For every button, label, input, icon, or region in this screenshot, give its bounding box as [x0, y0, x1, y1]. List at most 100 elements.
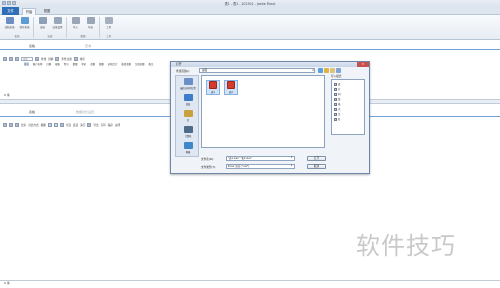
edit-icon[interactable]	[9, 122, 13, 127]
edit-icon[interactable]	[9, 56, 13, 61]
option-item[interactable]: ✓ 格	[334, 102, 340, 106]
option-item[interactable]: ✓ 名	[334, 117, 340, 121]
delete-icon[interactable]	[15, 122, 19, 127]
tool-button[interactable]: 工具	[101, 17, 116, 32]
option-item[interactable]: ✓ 式	[334, 107, 340, 111]
column-header[interactable]: 日期	[46, 62, 51, 66]
tab-home[interactable]: 开始	[22, 8, 36, 15]
import-button[interactable]: 导入	[68, 17, 83, 32]
filetype-select[interactable]: Excel 文档 (*.xls*)	[226, 164, 295, 169]
place-desktop[interactable]: 桌面	[176, 94, 200, 106]
filter-icon[interactable]	[3, 56, 7, 61]
option-item[interactable]: ✓ 值	[334, 97, 340, 101]
select-all-icon[interactable]	[59, 122, 64, 127]
sort-icon	[73, 56, 78, 61]
column-header[interactable]: 客户名称	[33, 62, 43, 66]
bottom-panel-tab-compare[interactable]: 数据对比设置	[50, 110, 120, 115]
place-recent[interactable]: 最近访问的位置	[176, 78, 200, 90]
column-header[interactable]: 税额	[99, 62, 104, 66]
find-button[interactable]: 查找	[41, 57, 46, 61]
recent-places-icon	[183, 78, 193, 85]
cancel-button[interactable]: 取消	[307, 164, 326, 169]
tab-view[interactable]: 视图	[40, 8, 54, 15]
checkbox-icon[interactable]: ✓	[334, 102, 337, 106]
checkbox-icon[interactable]: ✓	[334, 97, 337, 101]
new-folder-icon[interactable]	[330, 68, 335, 73]
column-header[interactable]: 型号	[64, 62, 69, 66]
view-menu-icon[interactable]	[336, 68, 341, 73]
desktop-icon	[183, 94, 193, 101]
filename-input[interactable]: "表1.xlsx" "表2.xlsx"	[226, 156, 295, 161]
checkbox-icon[interactable]: ✓	[334, 87, 337, 91]
show-button[interactable]: 显示	[21, 123, 26, 127]
grid-icon[interactable]	[47, 122, 52, 127]
ribbon-group-label: 数据	[80, 35, 86, 38]
chevron-down-icon[interactable]: ▾	[311, 68, 315, 73]
export-button[interactable]: 导出	[83, 17, 98, 32]
close-icon[interactable]: ✕	[357, 62, 369, 67]
checkbox-icon[interactable]: ✓	[334, 112, 337, 116]
filter-icon[interactable]	[3, 122, 7, 127]
excel-file-icon	[227, 81, 235, 89]
panel-divider	[0, 49, 500, 50]
select-all-button[interactable]: 全选	[66, 123, 71, 127]
column-header[interactable]: 备注	[149, 62, 154, 66]
checkbox-icon[interactable]: ✓	[334, 92, 337, 96]
print-button[interactable]: 打印	[101, 123, 106, 127]
back-icon[interactable]	[318, 68, 323, 73]
open-file-dialog: 打开 ✕ 查找范围(I): 桌面 ▾ 最近访问的位置 桌面 库 计算机 网络 表…	[170, 61, 370, 174]
dialog-title: 打开	[171, 62, 369, 67]
column-header[interactable]: 数量	[73, 62, 78, 66]
table-save-icon	[20, 17, 29, 24]
connect-settings-button[interactable]: 连接设置	[50, 17, 65, 32]
chevron-down-icon[interactable]: ▾	[291, 156, 295, 159]
column-header[interactable]: 价税合计	[108, 62, 118, 66]
save-button[interactable]: 保存	[108, 123, 113, 127]
file-item[interactable]: 表2	[224, 80, 238, 95]
option-item[interactable]: ✓ 注	[334, 112, 340, 116]
open-button[interactable]: 打开	[307, 156, 326, 161]
place-computer[interactable]: 计算机	[176, 126, 200, 138]
compare-mode-button[interactable]: 对比方式	[28, 123, 38, 127]
library-icon	[183, 110, 193, 117]
column-header[interactable]: 序号	[24, 62, 29, 66]
import-icon	[71, 17, 80, 24]
option-item[interactable]: ✓ 行	[334, 87, 340, 91]
column-header[interactable]: 规格	[55, 62, 60, 66]
invert-selection-button[interactable]: 反选	[73, 123, 78, 127]
replace-button[interactable]: 替换	[48, 57, 53, 61]
place-libraries[interactable]: 库	[176, 110, 200, 122]
place-network[interactable]: 网络	[176, 142, 200, 154]
column-header[interactable]: 欠款金额	[135, 62, 145, 66]
search-input[interactable]: 搜索	[21, 56, 33, 61]
condition-filter-button[interactable]: 条件过滤	[61, 57, 71, 61]
status-divider	[0, 280, 500, 281]
chevron-down-icon[interactable]: ▾	[291, 164, 295, 167]
search-icon[interactable]	[35, 56, 39, 61]
option-item[interactable]: ✓ 表	[334, 82, 340, 86]
column-header[interactable]: 单价	[81, 62, 86, 66]
grid-icon[interactable]	[53, 122, 58, 127]
ribbon-tab-bar	[0, 7, 500, 15]
read-table-button[interactable]: 读取表格	[2, 17, 17, 32]
checkbox-icon[interactable]: ✓	[334, 82, 337, 86]
column-header[interactable]: 收款金额	[121, 62, 131, 66]
up-folder-icon[interactable]	[324, 68, 329, 73]
network-icon	[183, 142, 193, 149]
export-button[interactable]: 导出	[93, 123, 98, 127]
filetype-label: 文件类型(T):	[201, 166, 216, 169]
view-button[interactable]: 视图	[41, 123, 46, 127]
close-button[interactable]: 关闭	[115, 123, 120, 127]
file-tab[interactable]: 文件	[2, 7, 19, 15]
column-header[interactable]: 金额	[90, 62, 95, 66]
checkbox-icon[interactable]: ✓	[334, 107, 337, 111]
look-in-select[interactable]: 桌面	[199, 68, 315, 73]
save-table-button[interactable]: 保存表格	[17, 17, 32, 32]
file-item[interactable]: 表1	[206, 80, 220, 95]
delete-icon[interactable]	[15, 56, 19, 61]
sort-button[interactable]: 排序	[80, 57, 85, 61]
option-item[interactable]: ✓ 列	[334, 92, 340, 96]
connect-button[interactable]: 连接	[35, 17, 50, 32]
clear-button[interactable]: 清空	[80, 123, 85, 127]
checkbox-icon[interactable]: ✓	[334, 117, 337, 121]
